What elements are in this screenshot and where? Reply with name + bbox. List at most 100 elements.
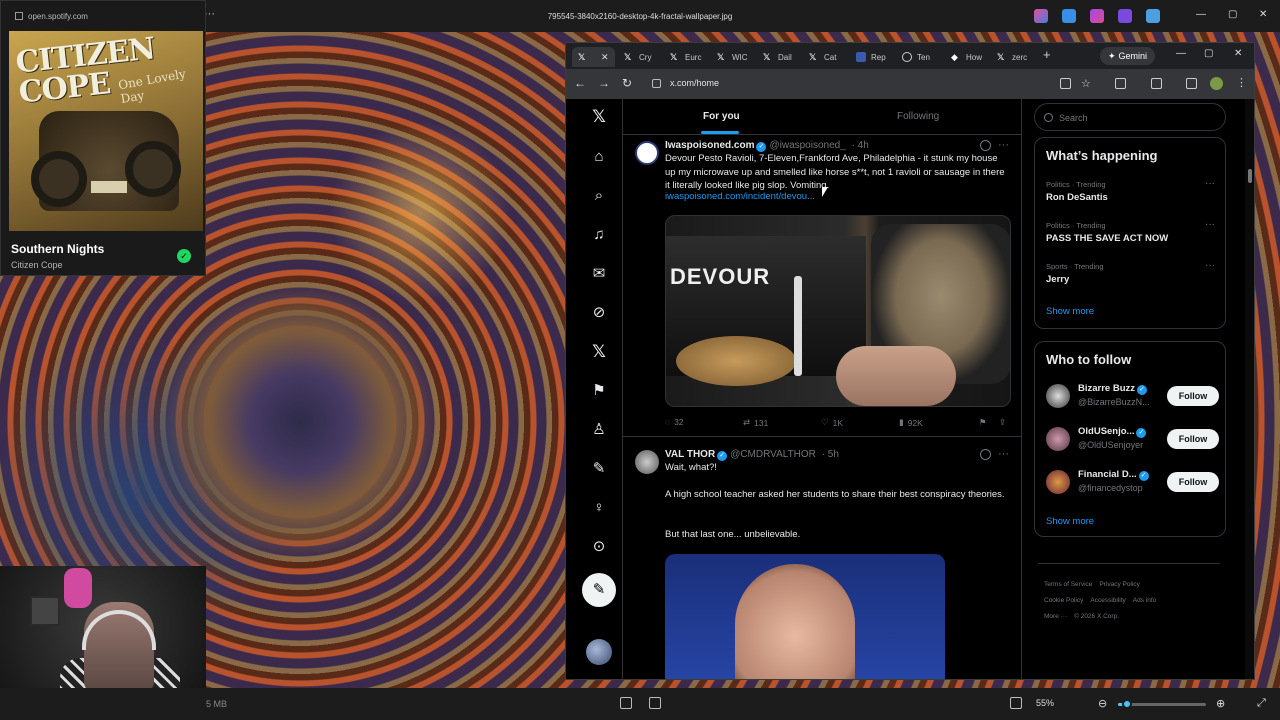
post-card[interactable]: Iwaspoisoned.com ✓ @iwaspoisoned_ · 4h ···… xyxy=(623,137,1021,437)
trend-more-icon[interactable]: ··· xyxy=(1205,219,1215,230)
tab-0[interactable]: 𝕏 ✕ xyxy=(572,47,615,67)
page-scrollbar[interactable] xyxy=(1245,99,1254,679)
account-avatar[interactable] xyxy=(586,639,612,665)
app-icon-5[interactable] xyxy=(1146,9,1160,23)
account-name[interactable]: Bizarre Buzz ✓ xyxy=(1078,383,1148,395)
install-icon[interactable] xyxy=(1060,78,1071,89)
minimize-icon[interactable]: — xyxy=(1196,9,1206,20)
saved-check-icon[interactable]: ✓ xyxy=(177,249,191,263)
zoom-slider-knob[interactable] xyxy=(1121,699,1132,709)
search-input[interactable]: Search xyxy=(1034,103,1226,131)
close-icon[interactable]: ✕ xyxy=(1259,9,1267,20)
zoom-level[interactable]: 55% xyxy=(1036,698,1054,708)
post-author[interactable]: Iwaspoisoned.com ✓ @iwaspoisoned_ · 4h xyxy=(665,140,869,152)
grok-icon[interactable]: ⊘ xyxy=(590,304,608,322)
browser-close-icon[interactable]: ✕ xyxy=(1234,48,1242,59)
grok-explain-icon[interactable] xyxy=(980,449,991,460)
tab-5[interactable]: 𝕏 Cat xyxy=(809,47,836,67)
song-title[interactable]: Southern Nights xyxy=(11,242,104,256)
browser-minimize-icon[interactable]: — xyxy=(1176,48,1186,59)
post-card[interactable]: VAL THOR ✓ @CMDRVALTHOR · 5h ··· Wait, wha… xyxy=(623,446,1021,679)
account-avatar[interactable] xyxy=(1046,427,1070,451)
footer-link[interactable]: Ads info xyxy=(1133,597,1157,604)
zoom-slider[interactable] xyxy=(1118,699,1206,709)
tab-3[interactable]: 𝕏 WIC xyxy=(717,47,748,67)
tab-4[interactable]: 𝕏 Dail xyxy=(763,47,792,67)
trend-name[interactable]: Ron DeSantis xyxy=(1046,192,1108,203)
bookmark-star-icon[interactable]: ☆ xyxy=(1081,77,1091,90)
follow-button[interactable]: Follow xyxy=(1167,472,1219,492)
adjust-icon[interactable] xyxy=(649,697,661,709)
compose-post-button[interactable]: ✎ xyxy=(582,573,616,607)
jobs-icon[interactable]: ♙ xyxy=(590,421,608,439)
app-icon-1[interactable] xyxy=(1034,9,1048,23)
repost-button[interactable]: ⇄ 131 xyxy=(743,417,768,428)
post-link[interactable]: iwaspoisoned.com/incident/devou... xyxy=(665,191,815,202)
reading-list-icon[interactable] xyxy=(1186,78,1197,89)
url-field[interactable]: x.com/home xyxy=(670,78,719,88)
post-video[interactable] xyxy=(665,554,945,679)
grok-explain-icon[interactable] xyxy=(980,140,991,151)
account-name[interactable]: Financial D... ✓ xyxy=(1078,469,1149,481)
tab-for-you[interactable]: For you xyxy=(703,111,740,122)
close-tab-icon[interactable]: ✕ xyxy=(601,52,609,63)
profile-avatar[interactable] xyxy=(1210,77,1223,90)
account-avatar[interactable] xyxy=(1046,384,1070,408)
footer-link[interactable]: Terms of Service xyxy=(1044,581,1092,588)
profile-icon[interactable]: ♀ xyxy=(590,499,608,517)
zoom-in-icon[interactable]: ⊕ xyxy=(1216,697,1225,710)
follow-button[interactable]: Follow xyxy=(1167,386,1219,406)
footer-link[interactable]: Privacy Policy xyxy=(1099,581,1139,588)
post-more-icon[interactable]: ··· xyxy=(998,139,1009,151)
trend-name[interactable]: PASS THE SAVE ACT NOW xyxy=(1046,233,1168,244)
messages-icon[interactable]: ✉ xyxy=(590,265,608,283)
trend-name[interactable]: Jerry xyxy=(1046,274,1069,285)
back-icon[interactable]: ← xyxy=(574,76,586,90)
fullscreen-icon[interactable]: ⤢ xyxy=(1257,697,1266,710)
x-logo-icon[interactable]: 𝕏 xyxy=(590,108,608,126)
new-tab-button[interactable]: + xyxy=(1043,47,1051,62)
app-icon-3[interactable] xyxy=(1090,9,1104,23)
post-image[interactable]: DEVOUR xyxy=(665,215,1011,407)
more-circle-icon[interactable]: ⊙ xyxy=(590,538,608,556)
explore-search-icon[interactable]: ⌕ xyxy=(590,187,608,205)
show-more-link[interactable]: Show more xyxy=(1046,516,1094,527)
extensions-icon[interactable] xyxy=(1115,78,1126,89)
bookmarks-icon[interactable]: ⚑ xyxy=(590,382,608,400)
site-info-icon[interactable] xyxy=(15,12,23,20)
post-more-icon[interactable]: ··· xyxy=(998,448,1009,460)
post-author-avatar[interactable] xyxy=(635,450,659,474)
tab-9[interactable]: 𝕏zerc xyxy=(997,47,1027,67)
zoom-out-icon[interactable]: ⊖ xyxy=(1098,697,1107,710)
footer-link[interactable]: Accessibility xyxy=(1090,597,1125,604)
forward-icon[interactable]: → xyxy=(598,76,610,90)
trend-more-icon[interactable]: ··· xyxy=(1205,260,1215,271)
tab-1[interactable]: 𝕏 Cry xyxy=(624,47,651,67)
tab-6[interactable]: Rep xyxy=(856,47,886,67)
gemini-button[interactable]: ✦ Gemini xyxy=(1100,47,1156,65)
tab-7[interactable]: Ten xyxy=(902,47,930,67)
tab-2[interactable]: 𝕏 Eurc xyxy=(670,47,701,67)
browser-maximize-icon[interactable]: ▢ xyxy=(1204,48,1213,59)
fit-icon[interactable] xyxy=(1010,697,1022,709)
reload-icon[interactable]: ↻ xyxy=(622,76,632,90)
site-info-icon[interactable] xyxy=(652,79,661,88)
album-art[interactable]: CITIZEN COPE One Lovely Day xyxy=(9,31,203,231)
split-view-icon[interactable] xyxy=(1151,78,1162,89)
bookmark-button[interactable]: ⚑ xyxy=(979,417,987,428)
app-icon-4[interactable] xyxy=(1118,9,1132,23)
footer-link[interactable]: Cookie Policy xyxy=(1044,597,1083,604)
views-button[interactable]: ▮ 92K xyxy=(899,417,923,428)
like-button[interactable]: ♡ 1K xyxy=(821,417,843,428)
articles-icon[interactable]: ✎ xyxy=(590,460,608,478)
app-icon-2[interactable] xyxy=(1062,9,1076,23)
reply-button[interactable]: ◌ 32 xyxy=(665,417,684,427)
premium-x-icon[interactable]: 𝕏 xyxy=(590,343,608,361)
account-name[interactable]: OldUSenjo... ✓ xyxy=(1078,426,1147,438)
tab-8[interactable]: ◆ How xyxy=(951,47,982,67)
follow-button[interactable]: Follow xyxy=(1167,429,1219,449)
account-avatar[interactable] xyxy=(1046,470,1070,494)
crop-icon[interactable] xyxy=(620,697,632,709)
share-button[interactable]: ⇪ xyxy=(999,417,1006,428)
home-icon[interactable]: ⌂ xyxy=(590,148,608,166)
